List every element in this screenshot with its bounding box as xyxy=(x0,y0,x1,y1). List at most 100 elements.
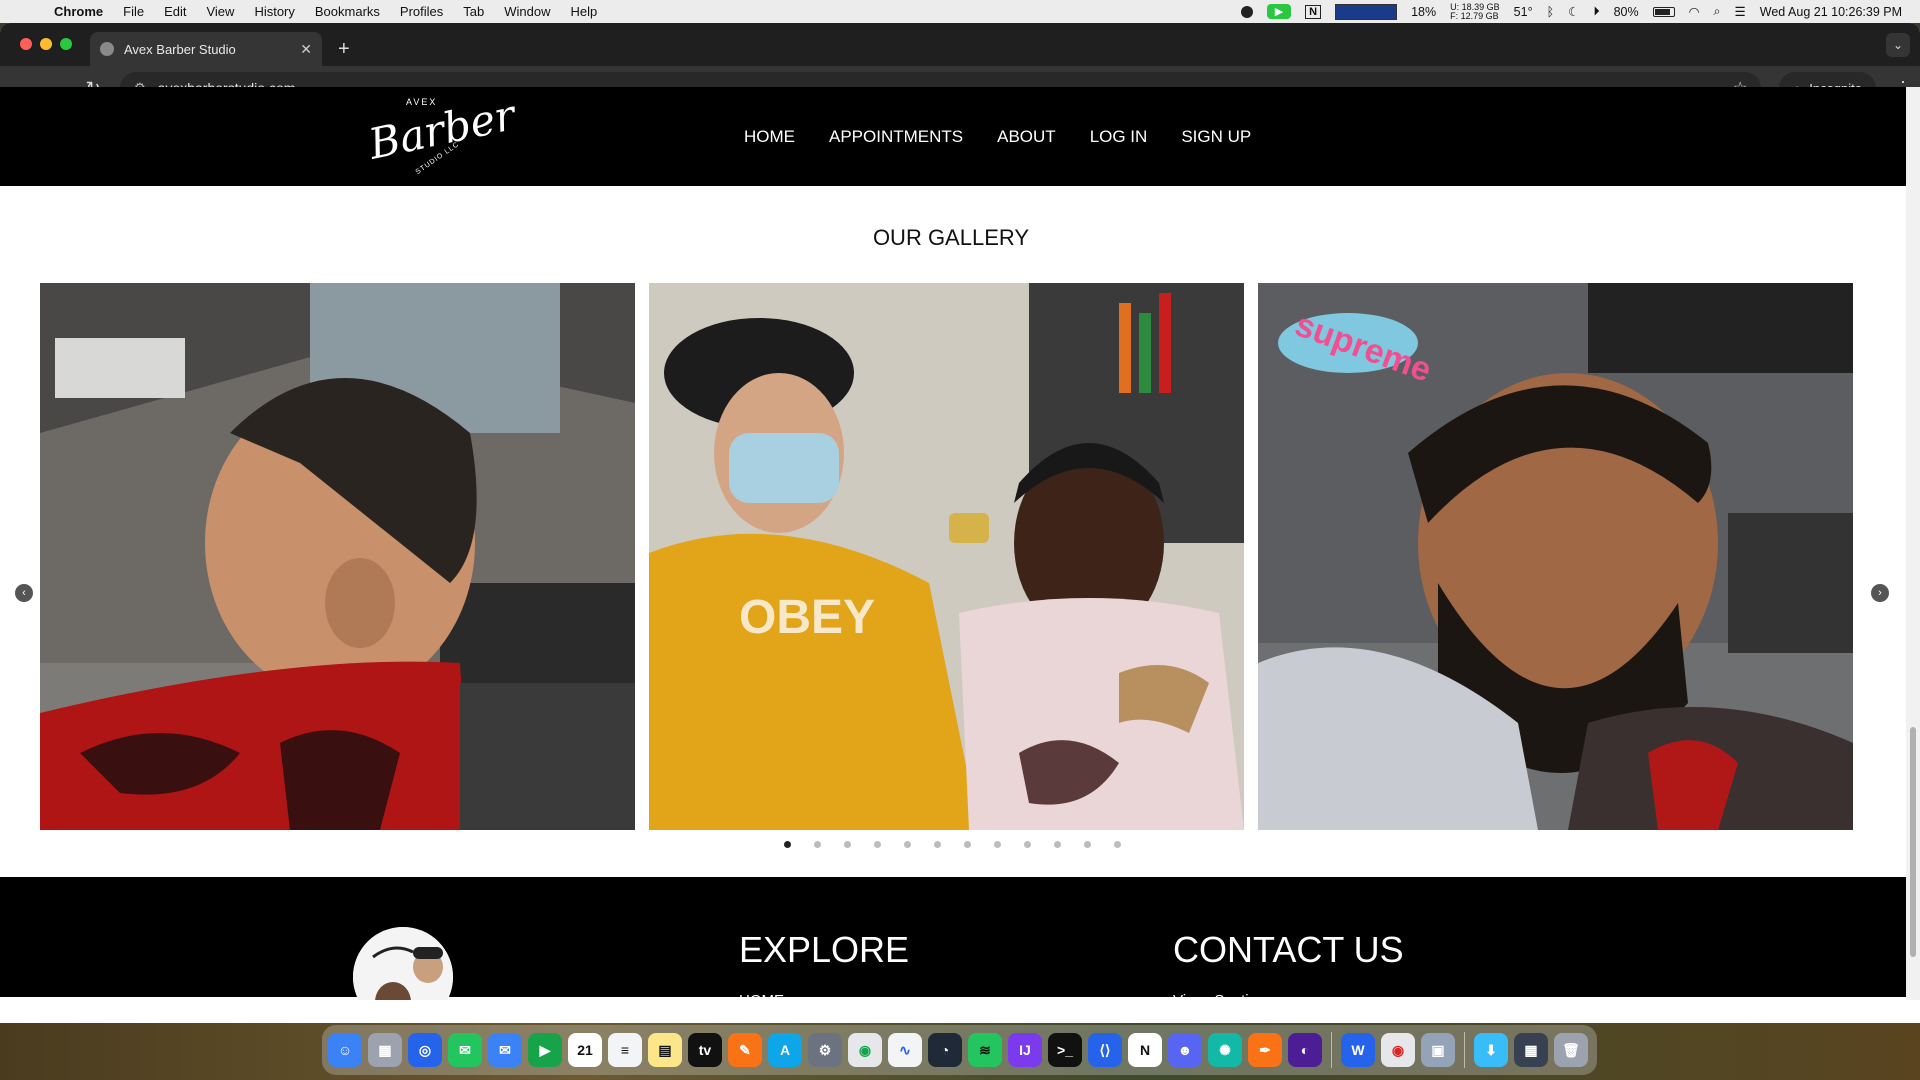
tab-search-chevron-icon[interactable]: ⌄ xyxy=(1886,33,1910,57)
temperature[interactable]: 51° xyxy=(1514,5,1533,19)
nav-about[interactable]: ABOUT xyxy=(997,127,1056,147)
facetime-dock-icon[interactable]: ▶ xyxy=(528,1033,562,1067)
footer-explore-link[interactable]: HOME xyxy=(739,992,784,1000)
menu-app-chrome[interactable]: Chrome xyxy=(54,4,103,19)
cpu-graph[interactable] xyxy=(1335,3,1398,20)
menu-history[interactable]: History xyxy=(254,4,294,19)
brain-app-icon[interactable]: ✺ xyxy=(1208,1033,1242,1067)
pages-icon[interactable]: ✎ xyxy=(728,1033,762,1067)
carousel-dot[interactable] xyxy=(844,841,851,848)
close-window-button[interactable] xyxy=(20,38,32,50)
cpu-percent: 18% xyxy=(1411,4,1437,19)
gallery-photo-3[interactable]: supreme xyxy=(1258,283,1853,830)
calendar-icon[interactable]: 21 xyxy=(568,1033,602,1067)
close-tab-icon[interactable]: ✕ xyxy=(300,41,312,58)
messages-icon[interactable]: ✉ xyxy=(448,1033,482,1067)
nav-home[interactable]: HOME xyxy=(744,127,795,147)
vscode-icon[interactable]: ⟨⟩ xyxy=(1088,1033,1122,1067)
pen-app-icon[interactable]: ✒ xyxy=(1248,1033,1282,1067)
zoom-window-button[interactable] xyxy=(60,38,72,50)
new-tab-button[interactable]: + xyxy=(338,38,350,61)
gallery-section: OUR GALLERY OBEY supreme ‹ › xyxy=(0,186,1906,877)
chrome-alt-icon[interactable]: ◉ xyxy=(1381,1033,1415,1067)
record-indicator-icon[interactable] xyxy=(1240,5,1253,18)
terminal-icon[interactable]: >_ xyxy=(1048,1033,1082,1067)
launchpad-icon[interactable]: ▦ xyxy=(368,1033,402,1067)
menu-view[interactable]: View xyxy=(206,4,234,19)
preview-icon[interactable]: ▣ xyxy=(1421,1033,1455,1067)
notion-status-icon[interactable]: N xyxy=(1305,4,1322,19)
carousel-dot[interactable] xyxy=(1054,841,1061,848)
carousel-dot[interactable] xyxy=(784,841,791,848)
nav-appointments[interactable]: APPOINTMENTS xyxy=(829,127,963,147)
main-nav: HOME APPOINTMENTS ABOUT LOG IN SIGN UP xyxy=(744,87,1251,186)
grid-folder-icon[interactable]: ▦ xyxy=(1514,1033,1548,1067)
footer-explore-heading: EXPLORE xyxy=(739,929,910,970)
carousel-dot[interactable] xyxy=(1114,841,1121,848)
search-icon[interactable]: ⌕ xyxy=(1714,4,1721,19)
tab-bar: Avex Barber Studio ✕ + ⌄ xyxy=(0,23,1920,66)
reminders-icon[interactable]: ≡ xyxy=(608,1033,642,1067)
nav-sign-up[interactable]: SIGN UP xyxy=(1181,127,1251,147)
wifi-icon[interactable]: ◠ xyxy=(1689,4,1700,19)
carousel-dot[interactable] xyxy=(934,841,941,848)
minimize-window-button[interactable] xyxy=(40,38,52,50)
finder-icon[interactable]: ☺ xyxy=(328,1033,362,1067)
notion-icon[interactable]: N xyxy=(1128,1033,1162,1067)
avex-barber-logo[interactable]: AVEX Barber STUDIO LLC xyxy=(365,90,520,179)
carousel-dot[interactable] xyxy=(814,841,821,848)
apple-tv-icon[interactable]: tv xyxy=(688,1033,722,1067)
intellij-icon[interactable]: IJ xyxy=(1008,1033,1042,1067)
globe-icon xyxy=(100,42,114,56)
facetime-icon[interactable]: ▶ xyxy=(1266,4,1292,19)
gallery-photo-1[interactable] xyxy=(40,283,635,830)
menu-help[interactable]: Help xyxy=(571,4,598,19)
downloads-folder-icon[interactable]: ⬇ xyxy=(1474,1033,1508,1067)
chrome-icon[interactable]: ◉ xyxy=(848,1033,882,1067)
memory-stats[interactable]: U: 18.39 GB F: 12.79 GB xyxy=(1450,2,1500,21)
menu-edit[interactable]: Edit xyxy=(164,4,186,19)
moon-app-icon[interactable]: ◐ xyxy=(1288,1033,1322,1067)
speedometer-icon[interactable]: ◔ xyxy=(928,1033,962,1067)
activity-monitor-icon[interactable]: ∿ xyxy=(888,1033,922,1067)
safari-icon[interactable]: ◎ xyxy=(408,1033,442,1067)
nav-log-in[interactable]: LOG IN xyxy=(1090,127,1148,147)
play-icon[interactable]: ⏵ xyxy=(1593,4,1599,19)
menu-bookmarks[interactable]: Bookmarks xyxy=(315,4,380,19)
focus-moon-icon[interactable]: ☾ xyxy=(1568,4,1579,19)
apple-menu-icon[interactable] xyxy=(20,4,36,20)
menu-file[interactable]: File xyxy=(123,4,144,19)
dock-separator xyxy=(1331,1032,1332,1068)
carousel-dot[interactable] xyxy=(994,841,1001,848)
carousel-dot[interactable] xyxy=(1084,841,1091,848)
mail-icon[interactable]: ✉ xyxy=(488,1033,522,1067)
tab-avex-barber-studio[interactable]: Avex Barber Studio ✕ xyxy=(90,32,322,66)
menu-window[interactable]: Window xyxy=(504,4,550,19)
scrollbar-thumb[interactable] xyxy=(1910,727,1916,957)
menu-profiles[interactable]: Profiles xyxy=(400,4,443,19)
footer-contact-heading: CONTACT US xyxy=(1173,929,1404,970)
gallery-photo-2[interactable]: OBEY xyxy=(649,283,1244,830)
word-icon[interactable]: W xyxy=(1341,1033,1375,1067)
carousel-prev-arrow-icon[interactable]: ‹ xyxy=(15,584,33,602)
system-settings-icon[interactable]: ⚙ xyxy=(808,1033,842,1067)
carousel-dot[interactable] xyxy=(1024,841,1031,848)
site-footer: EXPLORE CONTACT US HOME Vinny Santiago xyxy=(0,877,1906,1000)
control-center-icon[interactable]: ☰ xyxy=(1735,4,1746,19)
footer-logo[interactable] xyxy=(353,927,453,1000)
carousel-dot[interactable] xyxy=(904,841,911,848)
app-store-icon[interactable]: A xyxy=(768,1033,802,1067)
carousel-pagination xyxy=(784,841,1121,848)
menu-tab[interactable]: Tab xyxy=(463,4,484,19)
spotify-icon[interactable]: ≋ xyxy=(968,1033,1002,1067)
clock-datetime[interactable]: Wed Aug 21 10:26:39 PM xyxy=(1760,5,1902,19)
carousel-dot[interactable] xyxy=(964,841,971,848)
carousel-next-arrow-icon[interactable]: › xyxy=(1871,584,1889,602)
notes-icon[interactable]: ▤ xyxy=(648,1033,682,1067)
bluetooth-icon[interactable]: ᛒ xyxy=(1547,5,1555,19)
battery-icon[interactable] xyxy=(1652,6,1675,17)
trash-icon[interactable]: 🗑 xyxy=(1554,1033,1588,1067)
discord-icon[interactable]: ☻ xyxy=(1168,1033,1202,1067)
page-scrollbar[interactable] xyxy=(1906,87,1920,1000)
carousel-dot[interactable] xyxy=(874,841,881,848)
